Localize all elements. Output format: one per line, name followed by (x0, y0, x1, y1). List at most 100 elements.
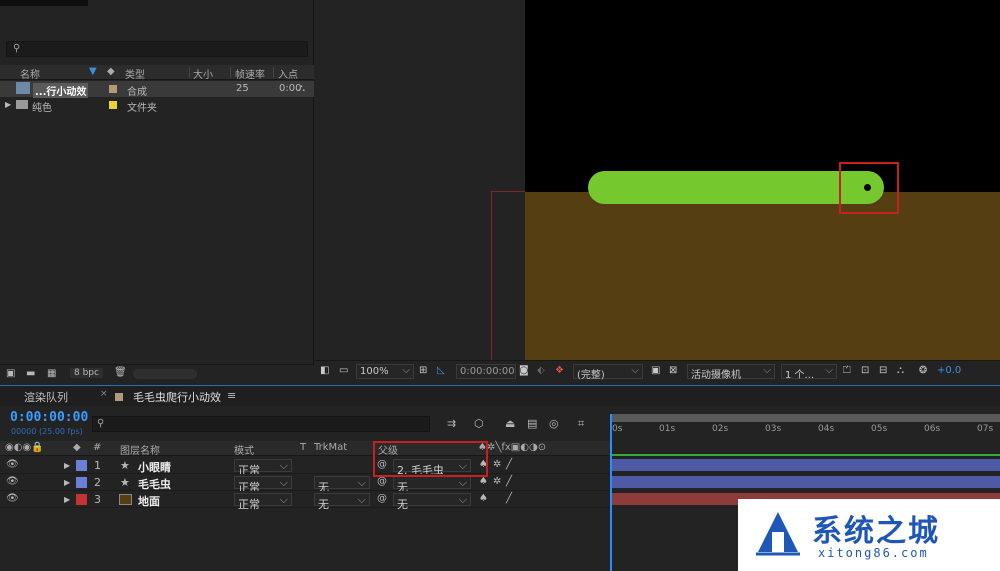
column-number[interactable]: # (93, 442, 101, 453)
interpret-footage-icon[interactable]: ▣ (6, 368, 15, 379)
fast-previews-icon[interactable]: ⊡ (861, 365, 869, 376)
layer-duration-bar[interactable] (612, 459, 1000, 471)
collapse-icon[interactable]: ✲ (493, 476, 501, 487)
thumbnail-size-slider[interactable] (133, 369, 197, 379)
layer-row[interactable]: 👁 ▶ 1 ★ 小眼睛 正常 ⌵ @ 2. 毛毛虫 ⌵ ♠ ✲ ╱ (0, 457, 610, 477)
comp-label-chip (115, 393, 123, 401)
parent-select[interactable]: 无 ⌵ (393, 493, 471, 511)
timeline-search-input[interactable]: ⚲ (92, 416, 430, 432)
tab-render-queue[interactable]: 渲染队列 (24, 389, 68, 405)
expand-arrow-icon[interactable]: ▶ (64, 461, 70, 470)
snapshot-icon[interactable]: ◙ (519, 365, 529, 376)
new-comp-icon[interactable]: ▦ (47, 368, 56, 379)
label-color-chip[interactable] (109, 85, 117, 93)
parent-select[interactable]: 无 ⌵ (393, 476, 471, 494)
mask-visibility-icon[interactable]: ◺ (437, 365, 445, 376)
current-time-indicator[interactable] (610, 414, 612, 571)
expand-arrow-icon[interactable]: ▶ (64, 478, 70, 487)
comp-mini-flowchart-icon[interactable]: ⇉ (447, 417, 456, 430)
toggle-pixel-aspect-icon[interactable]: ⏍ (843, 365, 851, 376)
resolution-select[interactable]: (完整) ⌵ (573, 364, 643, 381)
trash-icon[interactable]: 🗑 (114, 367, 127, 378)
quality-icon[interactable]: ╱ (506, 459, 512, 470)
pick-whip-icon[interactable]: @ (377, 476, 387, 487)
column-trkmat[interactable]: TrkMat (314, 442, 347, 453)
viewer-toolbar: ◧ ▭ 100% ⌵ ⊞ ◺ 0:00:00:00 ◙ ⬖ ❖ (完整) ⌵ ▣ ⊠… (315, 360, 1000, 383)
layer-name[interactable]: 小眼睛 (138, 459, 171, 475)
project-search-input[interactable]: ⚲ (6, 41, 308, 57)
column-layer-name[interactable]: 图层名称 (120, 442, 160, 457)
region-of-interest-icon[interactable]: ▣ (651, 365, 660, 376)
column-size[interactable]: 大小 (193, 66, 213, 81)
draft-3d-icon[interactable]: ⬡ (474, 417, 484, 430)
motion-blur-icon[interactable]: ◎ (549, 417, 559, 430)
quality-icon[interactable]: ╱ (506, 493, 512, 504)
shy-layers-icon[interactable]: ⏏ (505, 417, 515, 430)
monitor-icon[interactable]: ▭ (339, 365, 348, 376)
ground-layer[interactable] (525, 192, 1000, 360)
reset-exposure-icon[interactable]: ❂ (919, 365, 927, 376)
bit-depth-button[interactable]: 8 bpc (70, 368, 103, 378)
transparency-grid-icon[interactable]: ⊠ (669, 365, 677, 376)
flowchart-icon[interactable]: ⛬ (298, 83, 305, 94)
safe-margins-icon[interactable]: ⊞ (419, 365, 427, 376)
layer-number: 1 (94, 459, 101, 472)
layer-row[interactable]: 👁 ▶ 2 ★ 毛毛虫 正常 ⌵ 无 ⌵ @ 无 ⌵ ♠ ✲ ╱ (0, 474, 610, 494)
tab-menu-icon[interactable]: ≡ (227, 389, 236, 402)
eye-visibility-icon[interactable]: 👁 (6, 459, 19, 470)
pick-whip-icon[interactable]: @ (377, 493, 387, 504)
expand-arrow-icon[interactable]: ▶ (5, 100, 11, 109)
blend-mode-select[interactable]: 正常 ⌵ (234, 476, 292, 494)
frame-blending-icon[interactable]: ▤ (527, 417, 537, 430)
blend-mode-select[interactable]: 正常 ⌵ (234, 459, 292, 477)
current-time-display[interactable]: 0:00:00:00 (10, 410, 88, 425)
parent-highlight-box (373, 441, 488, 477)
viewer-timecode[interactable]: 0:00:00:00 (456, 364, 516, 379)
comp-boundary-guide (491, 191, 525, 360)
flowchart-icon[interactable]: ⛬ (897, 365, 904, 376)
new-folder-icon[interactable]: ▬ (26, 368, 35, 379)
channel-icon[interactable]: ❖ (555, 365, 564, 376)
always-preview-icon[interactable]: ◧ (320, 365, 329, 376)
column-name[interactable]: 名称 (20, 66, 40, 81)
quality-icon[interactable]: ╱ (506, 476, 512, 487)
label-color-chip[interactable] (109, 101, 117, 109)
layer-name[interactable]: 毛毛虫 (138, 476, 171, 492)
sort-arrow-icon[interactable]: ▼ (89, 66, 97, 77)
label-color-chip[interactable] (76, 460, 87, 471)
label-color-chip[interactable] (76, 494, 87, 505)
show-snapshot-icon[interactable]: ⬖ (537, 365, 545, 376)
collapse-icon[interactable]: ✲ (493, 459, 501, 470)
layer-name[interactable]: 地面 (138, 493, 160, 509)
exposure-value[interactable]: +0.0 (937, 365, 961, 376)
eye-visibility-icon[interactable]: 👁 (6, 476, 19, 487)
track-matte-select[interactable]: 无 ⌵ (314, 476, 370, 494)
shy-icon[interactable]: ♠ (479, 493, 488, 504)
track-matte-select[interactable]: 无 ⌵ (314, 493, 370, 511)
column-type[interactable]: 类型 (125, 66, 145, 81)
shy-icon[interactable]: ♠ (479, 476, 488, 487)
close-tab-icon[interactable]: × (100, 389, 108, 399)
expand-arrow-icon[interactable]: ▶ (64, 495, 70, 504)
work-area-bar[interactable] (612, 414, 1000, 422)
project-item-folder[interactable]: ▶ 纯色 文件夹 (0, 97, 314, 114)
layer-duration-bar[interactable] (612, 476, 1000, 488)
label-color-chip[interactable] (76, 477, 87, 488)
column-mode[interactable]: 模式 (234, 442, 254, 457)
column-in[interactable]: 入点 (278, 66, 298, 81)
ruler-tick: 04s (818, 424, 835, 434)
camera-select[interactable]: 活动摄像机 ⌵ (687, 364, 775, 381)
zoom-select[interactable]: 100% ⌵ (356, 364, 414, 379)
column-t[interactable]: T (300, 442, 306, 453)
project-item-comp[interactable]: ...行小动效 合成 25 0:00 ⛬ (0, 81, 314, 98)
column-fps[interactable]: 帧速率 (235, 66, 265, 81)
label-icon: ◆ (107, 66, 115, 77)
timeline-icon[interactable]: ⊟ (879, 365, 887, 376)
watermark-title: 系统之城 (812, 514, 940, 549)
views-select[interactable]: 1 个... ⌵ (781, 364, 837, 381)
eye-visibility-icon[interactable]: 👁 (6, 493, 19, 504)
tab-composition[interactable]: 毛毛虫爬行小动效 (133, 389, 221, 405)
graph-editor-icon[interactable]: ⌗ (578, 417, 584, 431)
blend-mode-select[interactable]: 正常 ⌵ (234, 493, 292, 511)
layer-row[interactable]: 👁 ▶ 3 地面 正常 ⌵ 无 ⌵ @ 无 ⌵ ♠ ╱ (0, 491, 610, 511)
